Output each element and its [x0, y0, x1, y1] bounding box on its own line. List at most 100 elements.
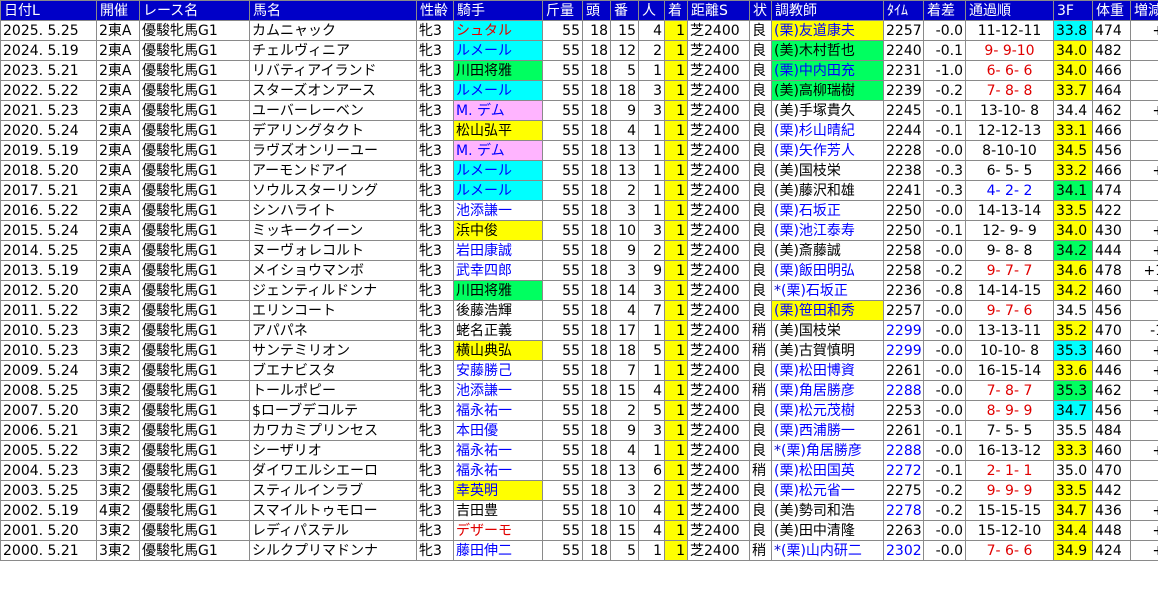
- trainer-name-link[interactable]: (栗)友道康夫: [771, 20, 884, 41]
- trainer-name-link[interactable]: (栗)池江泰寿: [771, 220, 884, 241]
- race-name-link[interactable]: 優駿牝馬G1: [139, 420, 250, 441]
- trainer-name-link[interactable]: (栗)松田国英: [771, 460, 884, 481]
- table-row[interactable]: 2011. 5.22 3東2 優駿牝馬G1 エリンコート 牝3 後藤浩輝 55 18 4 7 1 芝2…: [0, 300, 1158, 321]
- race-name-link[interactable]: 優駿牝馬G1: [139, 500, 250, 521]
- trainer-name-link[interactable]: (美)国枝栄: [771, 320, 884, 341]
- trainer-name-link[interactable]: *(栗)石坂正: [771, 280, 884, 301]
- table-row[interactable]: 2022. 5.22 2東A 優駿牝馬G1 スターズオンアース 牝3 ルメール 55 18 18…: [0, 80, 1158, 101]
- jockey-name-link[interactable]: 池添謙一: [453, 200, 543, 221]
- jockey-name-link[interactable]: 蛯名正義: [453, 320, 543, 341]
- race-name-link[interactable]: 優駿牝馬G1: [139, 300, 250, 321]
- race-name-link[interactable]: 優駿牝馬G1: [139, 140, 250, 161]
- col-header-time[interactable]: ﾀｲﾑ: [883, 0, 924, 21]
- trainer-name-link[interactable]: *(栗)角居勝彦: [771, 440, 884, 461]
- col-header-body-weight[interactable]: 体重: [1092, 0, 1131, 21]
- horse-name-link[interactable]: スターズオンアース: [249, 80, 417, 101]
- jockey-name-link[interactable]: ルメール: [453, 180, 543, 201]
- race-name-link[interactable]: 優駿牝馬G1: [139, 220, 250, 241]
- table-row[interactable]: 2013. 5.19 2東A 優駿牝馬G1 メイショウマンボ 牝3 武幸四郎 55 18 3 9 1…: [0, 260, 1158, 281]
- race-name-link[interactable]: 優駿牝馬G1: [139, 160, 250, 181]
- jockey-name-link[interactable]: 福永祐一: [453, 440, 543, 461]
- horse-name-link[interactable]: シンハライト: [249, 200, 417, 221]
- table-row[interactable]: 2009. 5.24 3東2 優駿牝馬G1 ブエナビスタ 牝3 安藤勝己 55 18 7 1 1 芝2…: [0, 360, 1158, 381]
- table-row[interactable]: 2024. 5.19 2東A 優駿牝馬G1 チェルヴィニア 牝3 ルメール 55 18 12 2 1…: [0, 40, 1158, 61]
- horse-name-link[interactable]: デアリングタクト: [249, 120, 417, 141]
- jockey-name-link[interactable]: 松山弘平: [453, 120, 543, 141]
- col-header-finish[interactable]: 着: [664, 0, 688, 21]
- table-row[interactable]: 2002. 5.19 4東2 優駿牝馬G1 スマイルトゥモロー 牝3 吉田豊 55 18 10 4…: [0, 500, 1158, 521]
- table-row[interactable]: 2010. 5.23 3東2 優駿牝馬G1 アパパネ 牝3 蛯名正義 55 18 17 1 1 芝24…: [0, 320, 1158, 341]
- trainer-name-link[interactable]: (美)古賀慎明: [771, 340, 884, 361]
- trainer-name-link[interactable]: (栗)笹田和秀: [771, 300, 884, 321]
- jockey-name-link[interactable]: ルメール: [453, 160, 543, 181]
- race-name-link[interactable]: 優駿牝馬G1: [139, 460, 250, 481]
- horse-name-link[interactable]: チェルヴィニア: [249, 40, 417, 61]
- table-row[interactable]: 2018. 5.20 2東A 優駿牝馬G1 アーモンドアイ 牝3 ルメール 55 18 13 1 1…: [0, 160, 1158, 181]
- col-header-race-name[interactable]: レース名: [139, 0, 250, 21]
- col-header-weight-change[interactable]: 増減: [1130, 0, 1158, 21]
- horse-name-link[interactable]: レディパステル: [249, 520, 417, 541]
- race-name-link[interactable]: 優駿牝馬G1: [139, 320, 250, 341]
- horse-name-link[interactable]: ソウルスターリング: [249, 180, 417, 201]
- jockey-name-link[interactable]: 横山典弘: [453, 340, 543, 361]
- race-name-link[interactable]: 優駿牝馬G1: [139, 280, 250, 301]
- race-name-link[interactable]: 優駿牝馬G1: [139, 100, 250, 121]
- table-row[interactable]: 2021. 5.23 2東A 優駿牝馬G1 ユーバーレーベン 牝3 M. デム 55 18 9 3…: [0, 100, 1158, 121]
- trainer-name-link[interactable]: (栗)松田博資: [771, 360, 884, 381]
- jockey-name-link[interactable]: ルメール: [453, 40, 543, 61]
- race-name-link[interactable]: 優駿牝馬G1: [139, 380, 250, 401]
- col-header-horse-name[interactable]: 馬名: [249, 0, 417, 21]
- table-row[interactable]: 2025. 5.25 2東A 優駿牝馬G1 カムニャック 牝3 シュタル 55 18 15 4 1 芝…: [0, 20, 1158, 41]
- jockey-name-link[interactable]: 岩田康誠: [453, 240, 543, 261]
- jockey-name-link[interactable]: 本田優: [453, 420, 543, 441]
- table-row[interactable]: 2006. 5.21 3東2 優駿牝馬G1 カワカミプリンセス 牝3 本田優 55 18 9 3 1…: [0, 420, 1158, 441]
- horse-name-link[interactable]: シーザリオ: [249, 440, 417, 461]
- jockey-name-link[interactable]: 幸英明: [453, 480, 543, 501]
- col-header-weight-carried[interactable]: 斤量: [542, 0, 583, 21]
- race-name-link[interactable]: 優駿牝馬G1: [139, 240, 250, 261]
- table-row[interactable]: 2023. 5.21 2東A 優駿牝馬G1 リバティアイランド 牝3 川田将雅 55 18 5 1…: [0, 60, 1158, 81]
- table-row[interactable]: 2015. 5.24 2東A 優駿牝馬G1 ミッキークイーン 牝3 浜中俊 55 18 10 3 1…: [0, 220, 1158, 241]
- horse-name-link[interactable]: トールポピー: [249, 380, 417, 401]
- table-row[interactable]: 2016. 5.22 2東A 優駿牝馬G1 シンハライト 牝3 池添謙一 55 18 3 1 1 芝2…: [0, 200, 1158, 221]
- horse-name-link[interactable]: ラヴズオンリーユー: [249, 140, 417, 161]
- col-header-sex-age[interactable]: 性齢: [416, 0, 454, 21]
- trainer-name-link[interactable]: (栗)松元茂樹: [771, 400, 884, 421]
- col-header-jockey[interactable]: 騎手: [453, 0, 543, 21]
- table-row[interactable]: 2017. 5.21 2東A 優駿牝馬G1 ソウルスターリング 牝3 ルメール 55 18 2 1…: [0, 180, 1158, 201]
- trainer-name-link[interactable]: (栗)角居勝彦: [771, 380, 884, 401]
- horse-name-link[interactable]: $ローブデコルテ: [249, 400, 417, 421]
- race-name-link[interactable]: 優駿牝馬G1: [139, 400, 250, 421]
- jockey-name-link[interactable]: デザーモ: [453, 520, 543, 541]
- trainer-name-link[interactable]: (美)藤沢和雄: [771, 180, 884, 201]
- race-name-link[interactable]: 優駿牝馬G1: [139, 40, 250, 61]
- jockey-name-link[interactable]: 川田将雅: [453, 60, 543, 81]
- horse-name-link[interactable]: スティルインラブ: [249, 480, 417, 501]
- col-header-horse-number[interactable]: 番: [610, 0, 639, 21]
- table-row[interactable]: 2000. 5.21 3東2 優駿牝馬G1 シルクプリマドンナ 牝3 藤田伸二 55 18 5 1…: [0, 540, 1158, 561]
- trainer-name-link[interactable]: (美)斎藤誠: [771, 240, 884, 261]
- race-name-link[interactable]: 優駿牝馬G1: [139, 20, 250, 41]
- horse-name-link[interactable]: スマイルトゥモロー: [249, 500, 417, 521]
- jockey-name-link[interactable]: ルメール: [453, 80, 543, 101]
- jockey-name-link[interactable]: 後藤浩輝: [453, 300, 543, 321]
- col-header-track-condition[interactable]: 状: [749, 0, 772, 21]
- horse-name-link[interactable]: カムニャック: [249, 20, 417, 41]
- horse-name-link[interactable]: ジェンティルドンナ: [249, 280, 417, 301]
- table-row[interactable]: 2008. 5.25 3東2 優駿牝馬G1 トールポピー 牝3 池添謙一 55 18 15 4 1 芝…: [0, 380, 1158, 401]
- jockey-name-link[interactable]: シュタル: [453, 20, 543, 41]
- jockey-name-link[interactable]: 藤田伸二: [453, 540, 543, 561]
- col-header-passing-order[interactable]: 通過順: [965, 0, 1054, 21]
- horse-name-link[interactable]: アーモンドアイ: [249, 160, 417, 181]
- horse-name-link[interactable]: ユーバーレーベン: [249, 100, 417, 121]
- horse-name-link[interactable]: ヌーヴォレコルト: [249, 240, 417, 261]
- race-name-link[interactable]: 優駿牝馬G1: [139, 260, 250, 281]
- race-name-link[interactable]: 優駿牝馬G1: [139, 120, 250, 141]
- col-header-distance[interactable]: 距離S: [687, 0, 750, 21]
- race-name-link[interactable]: 優駿牝馬G1: [139, 480, 250, 501]
- col-header-date[interactable]: 日付L: [0, 0, 97, 21]
- horse-name-link[interactable]: リバティアイランド: [249, 60, 417, 81]
- trainer-name-link[interactable]: (栗)西浦勝一: [771, 420, 884, 441]
- trainer-name-link[interactable]: (栗)中内田充: [771, 60, 884, 81]
- col-header-popularity[interactable]: 人: [638, 0, 665, 21]
